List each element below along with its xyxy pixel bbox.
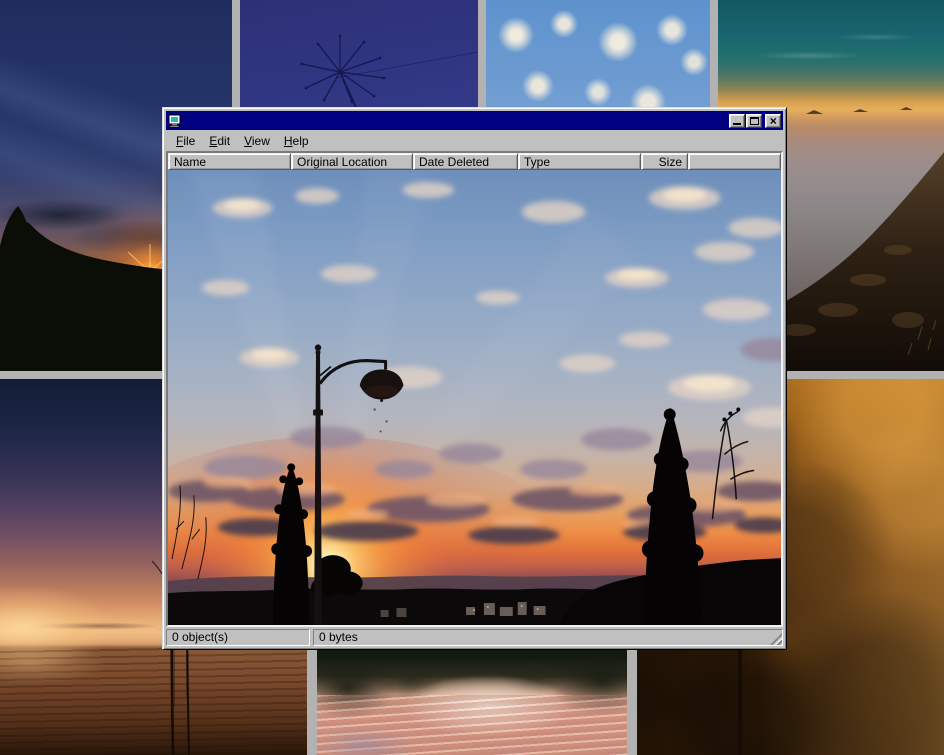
status-objects: 0 object(s): [166, 629, 310, 646]
menu-file[interactable]: File: [169, 132, 202, 150]
list-viewport-wallpaper-showthrough[interactable]: [168, 170, 781, 625]
column-header-date-deleted[interactable]: Date Deleted: [413, 153, 518, 170]
maximize-icon: [750, 117, 759, 125]
column-header-original-location[interactable]: Original Location: [291, 153, 413, 170]
minimize-icon: [733, 123, 741, 125]
menu-view[interactable]: View: [237, 132, 277, 150]
recycle-bin-window: × File Edit View Help Name Original Loca…: [162, 107, 787, 650]
column-header-type[interactable]: Type: [518, 153, 641, 170]
column-header-name[interactable]: Name: [168, 153, 291, 170]
close-button[interactable]: ×: [765, 114, 781, 128]
status-bytes: 0 bytes: [313, 629, 783, 646]
close-icon: ×: [769, 115, 776, 127]
column-header-size[interactable]: Size: [641, 153, 688, 170]
minimize-button[interactable]: [729, 114, 745, 128]
window-controls: ×: [729, 114, 781, 128]
title-bar[interactable]: ×: [166, 111, 783, 130]
status-bar: 0 object(s) 0 bytes: [166, 629, 783, 646]
column-header-row: Name Original Location Date Deleted Type…: [168, 153, 781, 170]
column-header-filler: [688, 153, 781, 170]
app-icon: [168, 114, 182, 128]
menu-edit[interactable]: Edit: [202, 132, 237, 150]
water-ripples: [317, 695, 627, 755]
menu-help[interactable]: Help: [277, 132, 316, 150]
desktop: × File Edit View Help Name Original Loca…: [0, 0, 944, 755]
maximize-button[interactable]: [746, 114, 762, 128]
menu-bar: File Edit View Help: [166, 131, 783, 151]
list-view: Name Original Location Date Deleted Type…: [166, 151, 783, 627]
